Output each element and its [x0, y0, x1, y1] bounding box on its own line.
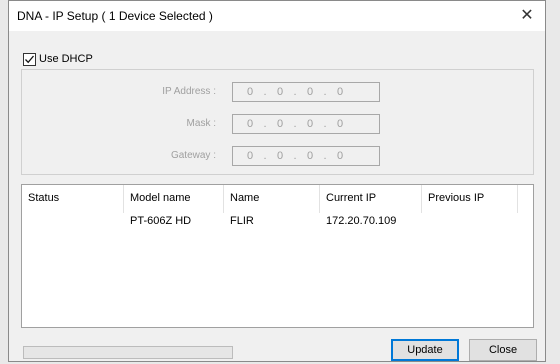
mask-octet-2[interactable]: 0: [273, 115, 287, 133]
gateway-octet-2[interactable]: 0: [273, 147, 287, 165]
ip-separator: .: [293, 118, 297, 130]
gateway-octet-1[interactable]: 0: [243, 147, 257, 165]
mask-octet-1[interactable]: 0: [243, 115, 257, 133]
ip-settings-group: IP Address : 0 . 0 . 0 . 0 Mask : 0 . 0 …: [21, 69, 534, 175]
ip-separator: .: [293, 86, 297, 98]
row-model-name: PT-606Z HD: [130, 215, 192, 227]
ip-separator: .: [323, 86, 327, 98]
table-row[interactable]: PT-606Z HD FLIR 172.20.70.109: [22, 215, 533, 231]
use-dhcp-checkbox[interactable]: [23, 53, 36, 66]
window-title: DNA - IP Setup ( 1 Device Selected ): [17, 9, 213, 23]
column-header-status[interactable]: Status: [22, 185, 124, 213]
mask-octet-3[interactable]: 0: [303, 115, 317, 133]
use-dhcp-label: Use DHCP: [39, 53, 93, 65]
gateway-field[interactable]: 0 . 0 . 0 . 0: [232, 146, 380, 166]
ip-setup-dialog: DNA - IP Setup ( 1 Device Selected ) ✕ U…: [8, 0, 546, 362]
mask-octet-4[interactable]: 0: [333, 115, 347, 133]
gateway-octet-3[interactable]: 0: [303, 147, 317, 165]
ip-separator: .: [323, 150, 327, 162]
ip-address-field[interactable]: 0 . 0 . 0 . 0: [232, 82, 380, 102]
column-header-name[interactable]: Name: [224, 185, 320, 213]
row-current-ip: 172.20.70.109: [326, 215, 397, 227]
ip-separator: .: [263, 118, 267, 130]
checkmark-icon: [25, 55, 34, 64]
ip-octet-4[interactable]: 0: [333, 83, 347, 101]
list-header: Status Model name Name Current IP Previo…: [22, 185, 533, 213]
ip-octet-3[interactable]: 0: [303, 83, 317, 101]
column-header-current-ip[interactable]: Current IP: [320, 185, 422, 213]
update-button[interactable]: Update: [391, 339, 459, 361]
row-name: FLIR: [230, 215, 254, 227]
close-button[interactable]: Close: [469, 339, 537, 361]
mask-label: Mask :: [186, 118, 216, 129]
close-icon[interactable]: ✕: [515, 5, 539, 27]
device-list[interactable]: Status Model name Name Current IP Previo…: [21, 184, 534, 328]
gateway-label: Gateway :: [170, 150, 216, 161]
ip-separator: .: [263, 86, 267, 98]
ip-octet-1[interactable]: 0: [243, 83, 257, 101]
gateway-octet-4[interactable]: 0: [333, 147, 347, 165]
ip-separator: .: [263, 150, 267, 162]
title-bar: DNA - IP Setup ( 1 Device Selected ) ✕: [9, 1, 545, 31]
column-header-previous-ip[interactable]: Previous IP: [422, 185, 518, 213]
progress-bar: [23, 346, 233, 359]
ip-address-label: IP Address :: [162, 86, 216, 97]
ip-octet-2[interactable]: 0: [273, 83, 287, 101]
column-header-model-name[interactable]: Model name: [124, 185, 224, 213]
mask-field[interactable]: 0 . 0 . 0 . 0: [232, 114, 380, 134]
ip-separator: .: [293, 150, 297, 162]
ip-separator: .: [323, 118, 327, 130]
